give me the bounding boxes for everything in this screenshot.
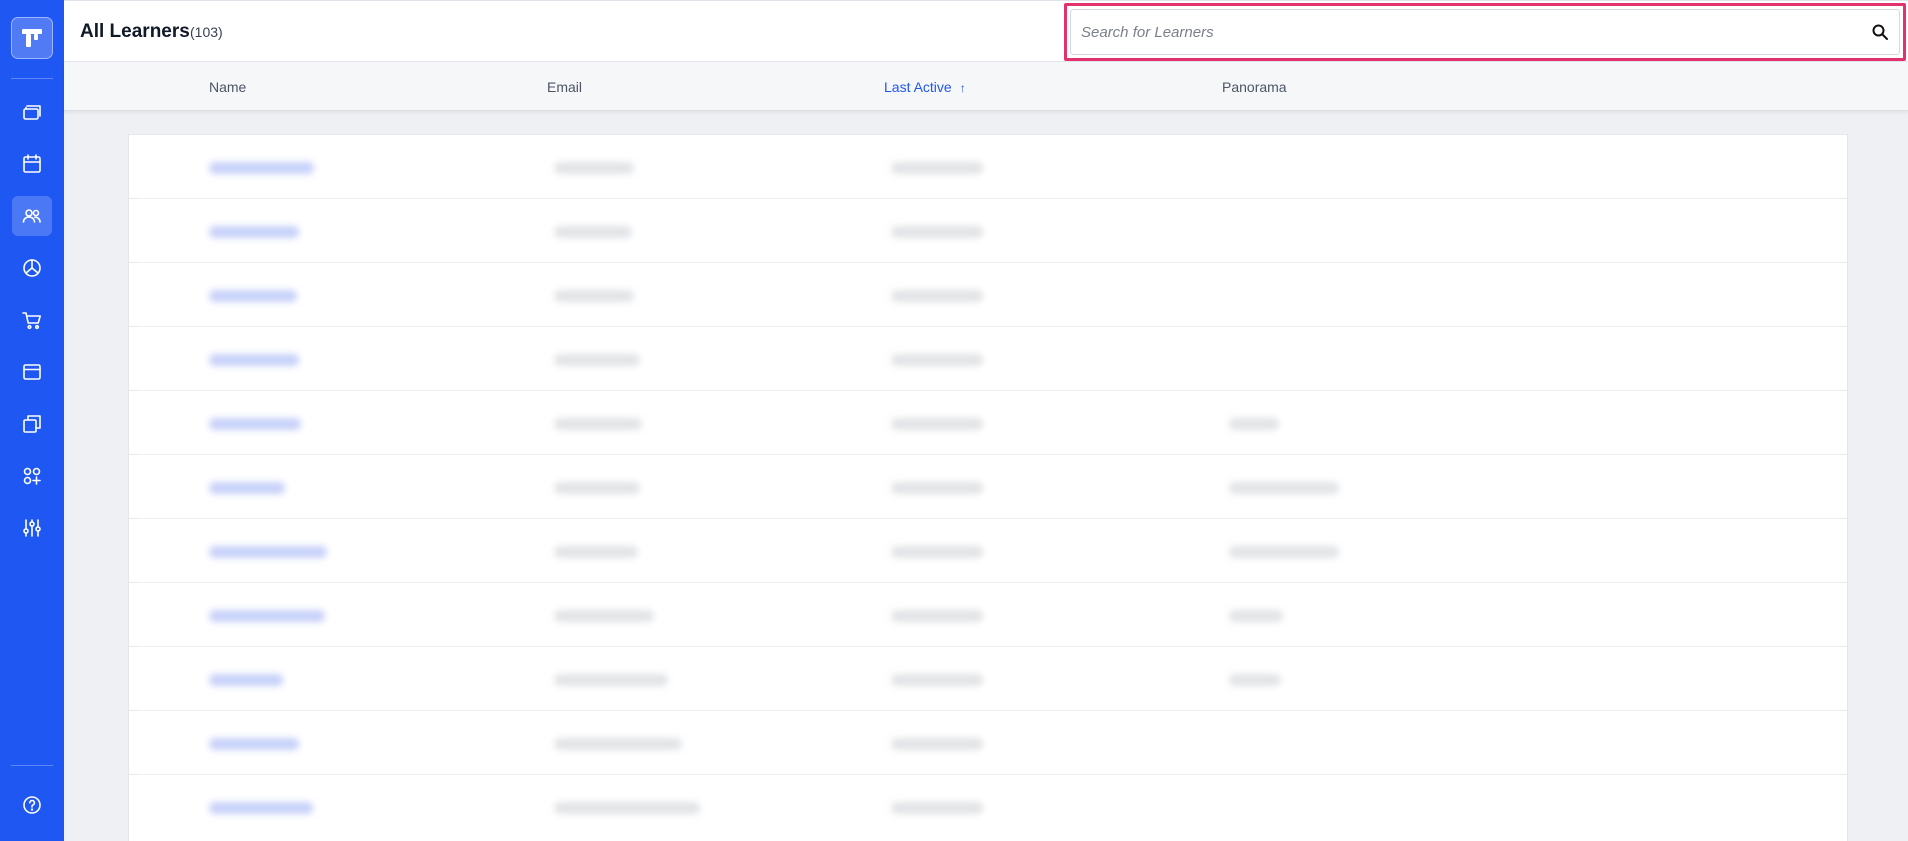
sidebar-item-apps[interactable] <box>12 456 52 496</box>
apps-add-icon <box>23 467 41 485</box>
browser-window-icon <box>23 364 41 380</box>
page-header: All Learners (103) <box>64 0 1908 62</box>
column-header-name[interactable]: Name <box>209 79 246 95</box>
column-header-email[interactable]: Email <box>547 79 582 95</box>
users-icon <box>22 209 41 223</box>
column-header-panorama[interactable]: Panorama <box>1222 79 1287 95</box>
sidebar-divider <box>11 78 53 79</box>
sidebar-item-users[interactable] <box>12 196 52 236</box>
blur-overlay <box>139 143 1839 833</box>
sidebar-item-bundles[interactable] <box>12 404 52 444</box>
sidebar-item-help[interactable] <box>12 785 52 825</box>
learners-table <box>128 134 1848 841</box>
sidebar-item-calendar[interactable] <box>12 144 52 184</box>
sidebar-item-courses[interactable] <box>12 92 52 132</box>
learner-count: (103) <box>190 24 223 40</box>
column-header-last-active-label: Last Active <box>884 79 952 95</box>
sidebar <box>0 0 64 841</box>
sliders-icon <box>23 519 41 537</box>
page-title: All Learners <box>80 21 190 42</box>
help-circle-icon <box>23 796 41 814</box>
calendar-icon <box>23 154 41 173</box>
sidebar-item-store[interactable] <box>12 300 52 340</box>
sort-ascending-icon: ↑ <box>959 81 966 95</box>
table-header: Name Email Last Active ↑ Panorama <box>64 62 1908 111</box>
sidebar-divider <box>11 765 53 766</box>
column-header-last-active[interactable]: Last Active ↑ <box>884 79 966 95</box>
sidebar-item-settings[interactable] <box>12 508 52 548</box>
app-logo-icon[interactable] <box>11 17 53 59</box>
search-icon[interactable] <box>1871 23 1889 41</box>
cart-icon <box>22 312 41 330</box>
sidebar-item-reports[interactable] <box>12 248 52 288</box>
courses-icon <box>23 105 41 120</box>
search-input[interactable] <box>1081 10 1861 54</box>
search-box[interactable] <box>1070 9 1900 55</box>
sidebar-item-pages[interactable] <box>12 352 52 392</box>
pie-chart-icon <box>23 259 41 277</box>
copy-stack-icon <box>23 415 41 433</box>
